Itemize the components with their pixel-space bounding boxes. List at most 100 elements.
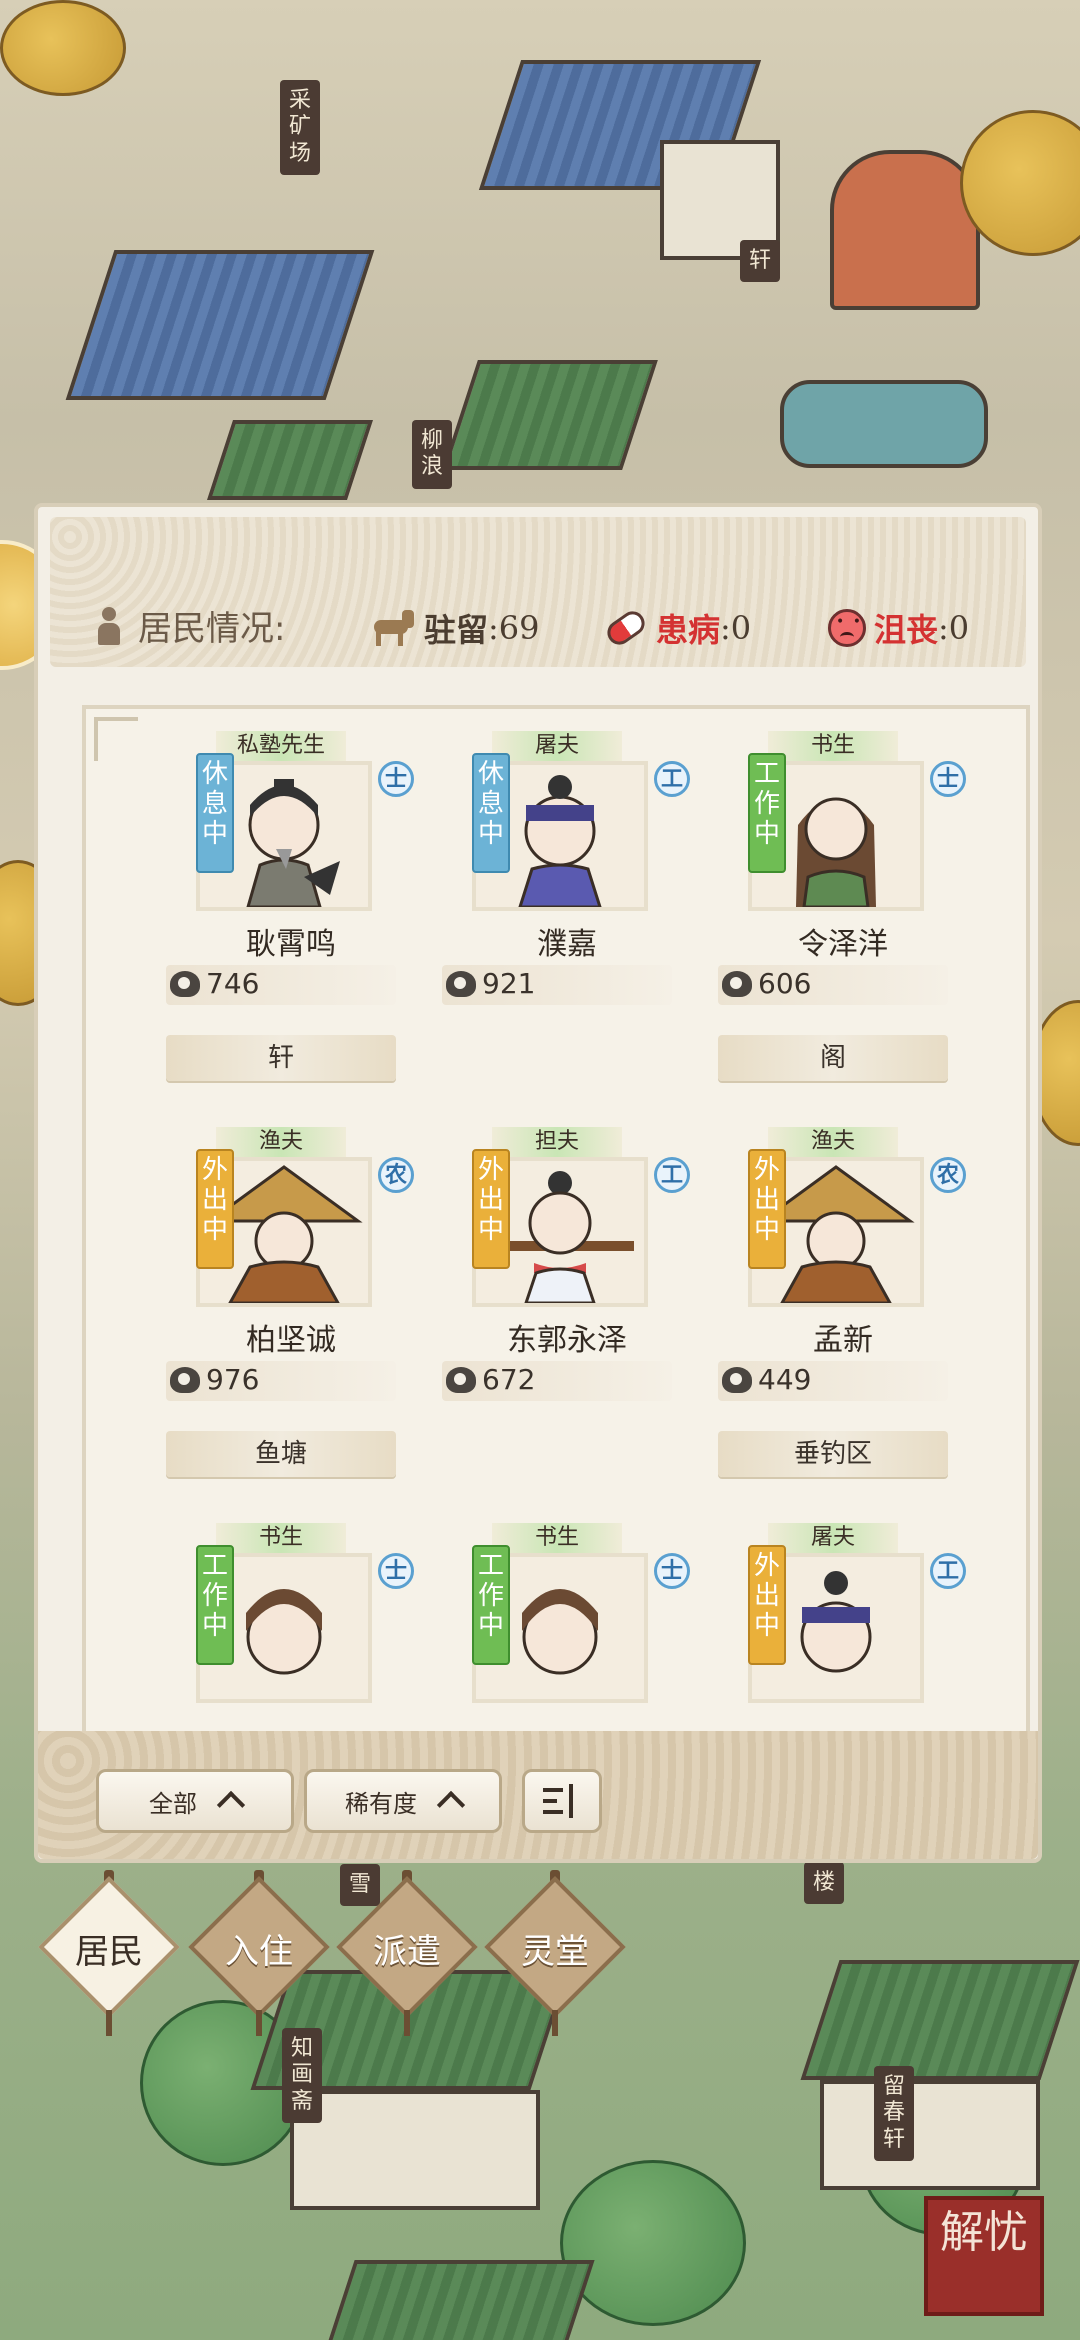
pavilion [830,150,980,310]
heart-icon [446,1367,478,1395]
workplace-button[interactable]: 轩 [166,1035,396,1081]
sick-stat: 患病 :0 [602,605,752,651]
tab-residents[interactable]: 居民 [38,1870,180,2036]
tree [0,0,126,96]
tab-tassel [256,2010,262,2036]
job-tag: 担夫 [492,1127,622,1157]
tab-residents-label: 居民 [75,1932,143,1972]
sad-face-icon [828,609,866,647]
chevron-up-icon [216,1790,246,1820]
resident-name: 孟新 [813,1323,873,1358]
heart-icon [722,971,754,999]
job-tag: 书生 [216,1523,346,1553]
town-sign-zhihuazhai[interactable]: 知画斋 [282,2028,322,2124]
town-sign-liulang[interactable]: 柳浪 [412,420,452,489]
job-tag: 渔夫 [216,1127,346,1157]
job-tag: 书生 [492,1523,622,1553]
sick-value: :0 [720,609,752,647]
filter-icon [543,1784,581,1818]
sad-label: 沮丧 [874,611,939,649]
status-tag: 休息中 [472,753,510,873]
tab-move-in-label: 入住 [225,1932,293,1972]
sad-value: :0 [938,609,970,647]
stay-stat: 驻留 :69 [368,605,540,651]
job-tag: 私塾先生 [216,731,346,761]
workplace-button[interactable]: 垂钓区 [718,1431,948,1477]
hp-value: 976 [206,1363,260,1396]
heart-icon [722,1367,754,1395]
resident-card[interactable]: 屠夫 休息中 工 濮嘉 921 [432,731,702,1111]
class-badge: 士 [654,1553,690,1589]
corner-ornament [94,717,138,761]
sort-order-button[interactable] [522,1769,602,1833]
sick-label: 患病 [656,611,721,649]
residents-status-text: 居民情况: [138,609,286,649]
resident-name: 令泽洋 [798,927,888,962]
building-roof [207,420,373,500]
stay-label: 驻留 [424,611,489,649]
town-sign-lou[interactable]: 楼 [804,1862,844,1905]
class-badge: 工 [930,1553,966,1589]
hp-value: 672 [482,1363,536,1396]
residents-panel: 居民情况: 驻留 :69 患病 :0 沮丧 :0 私塾先生 [34,503,1042,1863]
status-tag: 工作中 [196,1545,234,1665]
resident-name: 濮嘉 [537,927,597,962]
resident-card[interactable]: 渔夫 外出中 农 柏坚诚 976 鱼塘 [156,1127,426,1507]
tab-move-in[interactable]: 入住 [188,1870,330,2036]
person-icon [96,606,122,645]
class-badge: 农 [378,1157,414,1193]
status-tag: 工作中 [748,753,786,873]
class-badge: 农 [930,1157,966,1193]
residents-status-label: 居民情况: [96,601,285,650]
resident-card[interactable]: 书生 工作中 士 令泽洋 606 阁 [708,731,978,1111]
status-tag: 外出中 [748,1545,786,1665]
resident-card[interactable]: 渔夫 外出中 农 孟新 449 垂钓区 [708,1127,978,1507]
status-tag: 休息中 [196,753,234,873]
job-tag: 渔夫 [768,1127,898,1157]
hp-value: 449 [758,1363,812,1396]
class-badge: 工 [654,761,690,797]
building-roof [442,360,658,470]
job-tag: 屠夫 [768,1523,898,1553]
resident-name: 耿霄鸣 [246,927,336,962]
tab-dispatch-label: 派遣 [373,1932,441,1972]
chevron-up-icon [436,1790,466,1820]
hp-value: 921 [482,967,536,1000]
pill-icon [602,606,650,650]
resident-card[interactable]: 担夫 外出中 工 东郭永泽 672 [432,1127,702,1507]
building-roof [325,2260,595,2340]
filter-all-dropdown[interactable]: 全部 [96,1769,294,1833]
horse-icon [368,610,416,646]
building-wall [290,2090,540,2210]
sort-rarity-dropdown[interactable]: 稀有度 [304,1769,502,1833]
workplace-button[interactable]: 阁 [718,1035,948,1081]
resident-grid: 私塾先生 休息中 士 耿霄鸣 746 轩 屠夫 休息中 工 濮嘉 921 书生 … [82,705,1030,1829]
tab-dispatch[interactable]: 派遣 [336,1870,478,2036]
town-sign-xuan[interactable]: 轩 [740,240,780,283]
heart-icon [446,971,478,999]
town-sign-mine[interactable]: 采矿场 [280,80,320,176]
workplace-button[interactable]: 鱼塘 [166,1431,396,1477]
status-tag: 工作中 [472,1545,510,1665]
building-roof [65,250,375,400]
hp-value: 746 [206,967,260,1000]
tab-memorial-hall-label: 灵堂 [521,1932,589,1972]
tab-tassel [106,2010,112,2036]
pond [780,380,988,468]
town-sign-liuchunxuan[interactable]: 留春轩 [874,2066,914,2162]
tab-tassel [404,2010,410,2036]
status-tag: 外出中 [472,1149,510,1269]
class-badge: 士 [378,1553,414,1589]
hp-value: 606 [758,967,812,1000]
stay-value: :69 [488,609,540,647]
building-roof [800,1960,1080,2080]
jieyou-seal-button[interactable]: 解忧 [924,2196,1044,2316]
job-tag: 屠夫 [492,731,622,761]
building-wall [820,2080,1040,2190]
sad-stat: 沮丧 :0 [828,605,969,651]
tab-memorial-hall[interactable]: 灵堂 [484,1870,626,2036]
job-tag: 书生 [768,731,898,761]
sort-rarity-label: 稀有度 [345,1789,417,1818]
status-tag: 外出中 [748,1149,786,1269]
resident-card[interactable]: 私塾先生 休息中 士 耿霄鸣 746 轩 [156,731,426,1111]
